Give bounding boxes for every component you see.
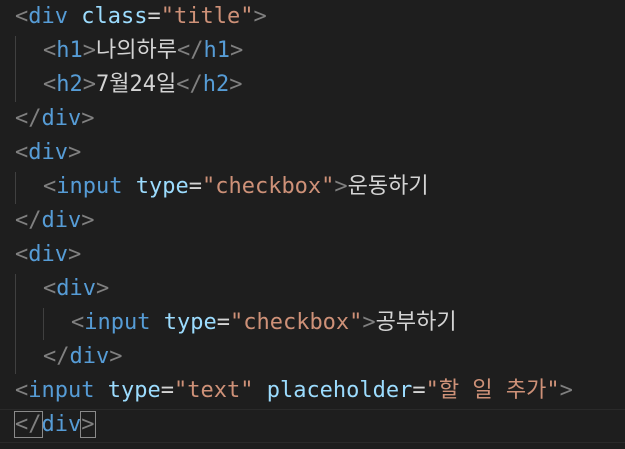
code-token-punct: < xyxy=(15,378,29,403)
code-line[interactable]: <input type="checkbox">운동하기 xyxy=(43,170,429,204)
code-token-tag: div xyxy=(41,106,82,131)
code-token-punct: < xyxy=(43,174,57,199)
code-line[interactable]: <h2>7월24일</h2> xyxy=(43,68,242,102)
code-token-text: 공부하기 xyxy=(375,310,457,335)
code-line[interactable]: <input type="text" placeholder="할 일 추가"> xyxy=(15,374,573,408)
code-token-tag: h2 xyxy=(56,72,83,97)
code-token-punct: </ xyxy=(43,344,70,369)
code-token-tag: div xyxy=(56,276,96,301)
code-line[interactable]: <input type="checkbox">공부하기 xyxy=(71,306,457,340)
code-token-punct: > xyxy=(80,411,96,438)
code-token-tag: input xyxy=(28,378,95,403)
code-line[interactable]: <div> xyxy=(43,272,109,306)
code-token-attr: type xyxy=(107,378,161,403)
code-token-attr: type xyxy=(163,310,217,335)
code-token-tag: div xyxy=(41,208,82,233)
code-token-tag: div xyxy=(28,140,68,165)
code-token-punct: > xyxy=(82,72,96,97)
indent-guide xyxy=(15,172,16,204)
code-token-text: = xyxy=(216,310,230,335)
code-editor[interactable]: <div class="title"> <h1>나의하루</h1> <h2>7월24… xyxy=(0,0,625,449)
code-line[interactable]: <div class="title"> xyxy=(15,0,267,34)
code-token-attr: placeholder xyxy=(266,378,413,403)
code-token-punct: > xyxy=(229,38,244,63)
code-token-punct: </ xyxy=(176,38,204,63)
code-token-punct: > xyxy=(81,106,95,131)
code-line[interactable]: <h1>나의하루</h1> xyxy=(43,34,243,68)
code-token-punct: > xyxy=(68,242,82,267)
code-token-punct: < xyxy=(15,4,29,29)
code-token-punct: < xyxy=(43,38,57,63)
code-token-text: 나의하루 xyxy=(96,38,177,63)
code-token-str: "title" xyxy=(160,4,254,29)
code-token-punct: > xyxy=(229,72,243,97)
code-token-punct: < xyxy=(43,72,57,97)
code-line[interactable]: <div> xyxy=(15,238,81,272)
code-token-punct: < xyxy=(71,310,85,335)
indent-guide xyxy=(15,36,16,102)
code-token-str: "checkbox" xyxy=(201,174,335,199)
code-token-tag: div xyxy=(28,242,68,267)
code-token-punct: > xyxy=(68,140,82,165)
indent-guide xyxy=(43,308,44,340)
code-line[interactable]: <div> xyxy=(15,136,81,170)
code-token-tag: h2 xyxy=(202,72,230,97)
code-token-punct: < xyxy=(15,140,29,165)
code-token-punct: </ xyxy=(176,72,203,97)
code-token-tag: div xyxy=(41,412,82,437)
code-token-str: "checkbox" xyxy=(229,310,363,335)
code-token-punct: < xyxy=(43,276,57,301)
code-token-attr: type xyxy=(135,174,189,199)
code-token-punct: > xyxy=(109,344,123,369)
code-token-tag: input xyxy=(84,310,151,335)
code-token-punct: < xyxy=(15,242,29,267)
code-token-tag: input xyxy=(56,174,123,199)
code-token-punct: > xyxy=(362,310,376,335)
code-token-text: = xyxy=(412,378,426,403)
code-token-text: = xyxy=(147,4,161,29)
code-token-text: 운동하기 xyxy=(347,174,429,199)
code-token-tag: h1 xyxy=(56,38,83,63)
code-token-str: "할 일 추가" xyxy=(425,378,560,403)
code-line[interactable]: </div> xyxy=(43,340,123,374)
indent-guide xyxy=(15,274,16,374)
code-line[interactable]: </div> xyxy=(15,102,95,136)
code-line[interactable]: </div> xyxy=(15,204,95,238)
code-token-text: 7월24일 xyxy=(96,72,177,97)
code-token-punct: > xyxy=(559,378,573,403)
code-token-punct: > xyxy=(81,208,95,233)
code-line[interactable]: </div> xyxy=(14,408,96,442)
code-token-tag: h1 xyxy=(203,38,230,63)
code-token-punct: > xyxy=(96,276,110,301)
code-token-punct: > xyxy=(334,174,348,199)
code-token-str: "text" xyxy=(173,378,254,403)
code-token-text: = xyxy=(188,174,202,199)
code-token-text: = xyxy=(160,378,174,403)
code-token-attr: class xyxy=(81,4,148,29)
code-token-tag: div xyxy=(28,4,68,29)
code-token-punct: </ xyxy=(15,106,42,131)
code-token-punct: > xyxy=(253,4,267,29)
code-token-punct: </ xyxy=(14,411,43,438)
code-token-punct: > xyxy=(82,38,96,63)
code-token-tag: div xyxy=(69,344,110,369)
code-token-punct: </ xyxy=(15,208,42,233)
